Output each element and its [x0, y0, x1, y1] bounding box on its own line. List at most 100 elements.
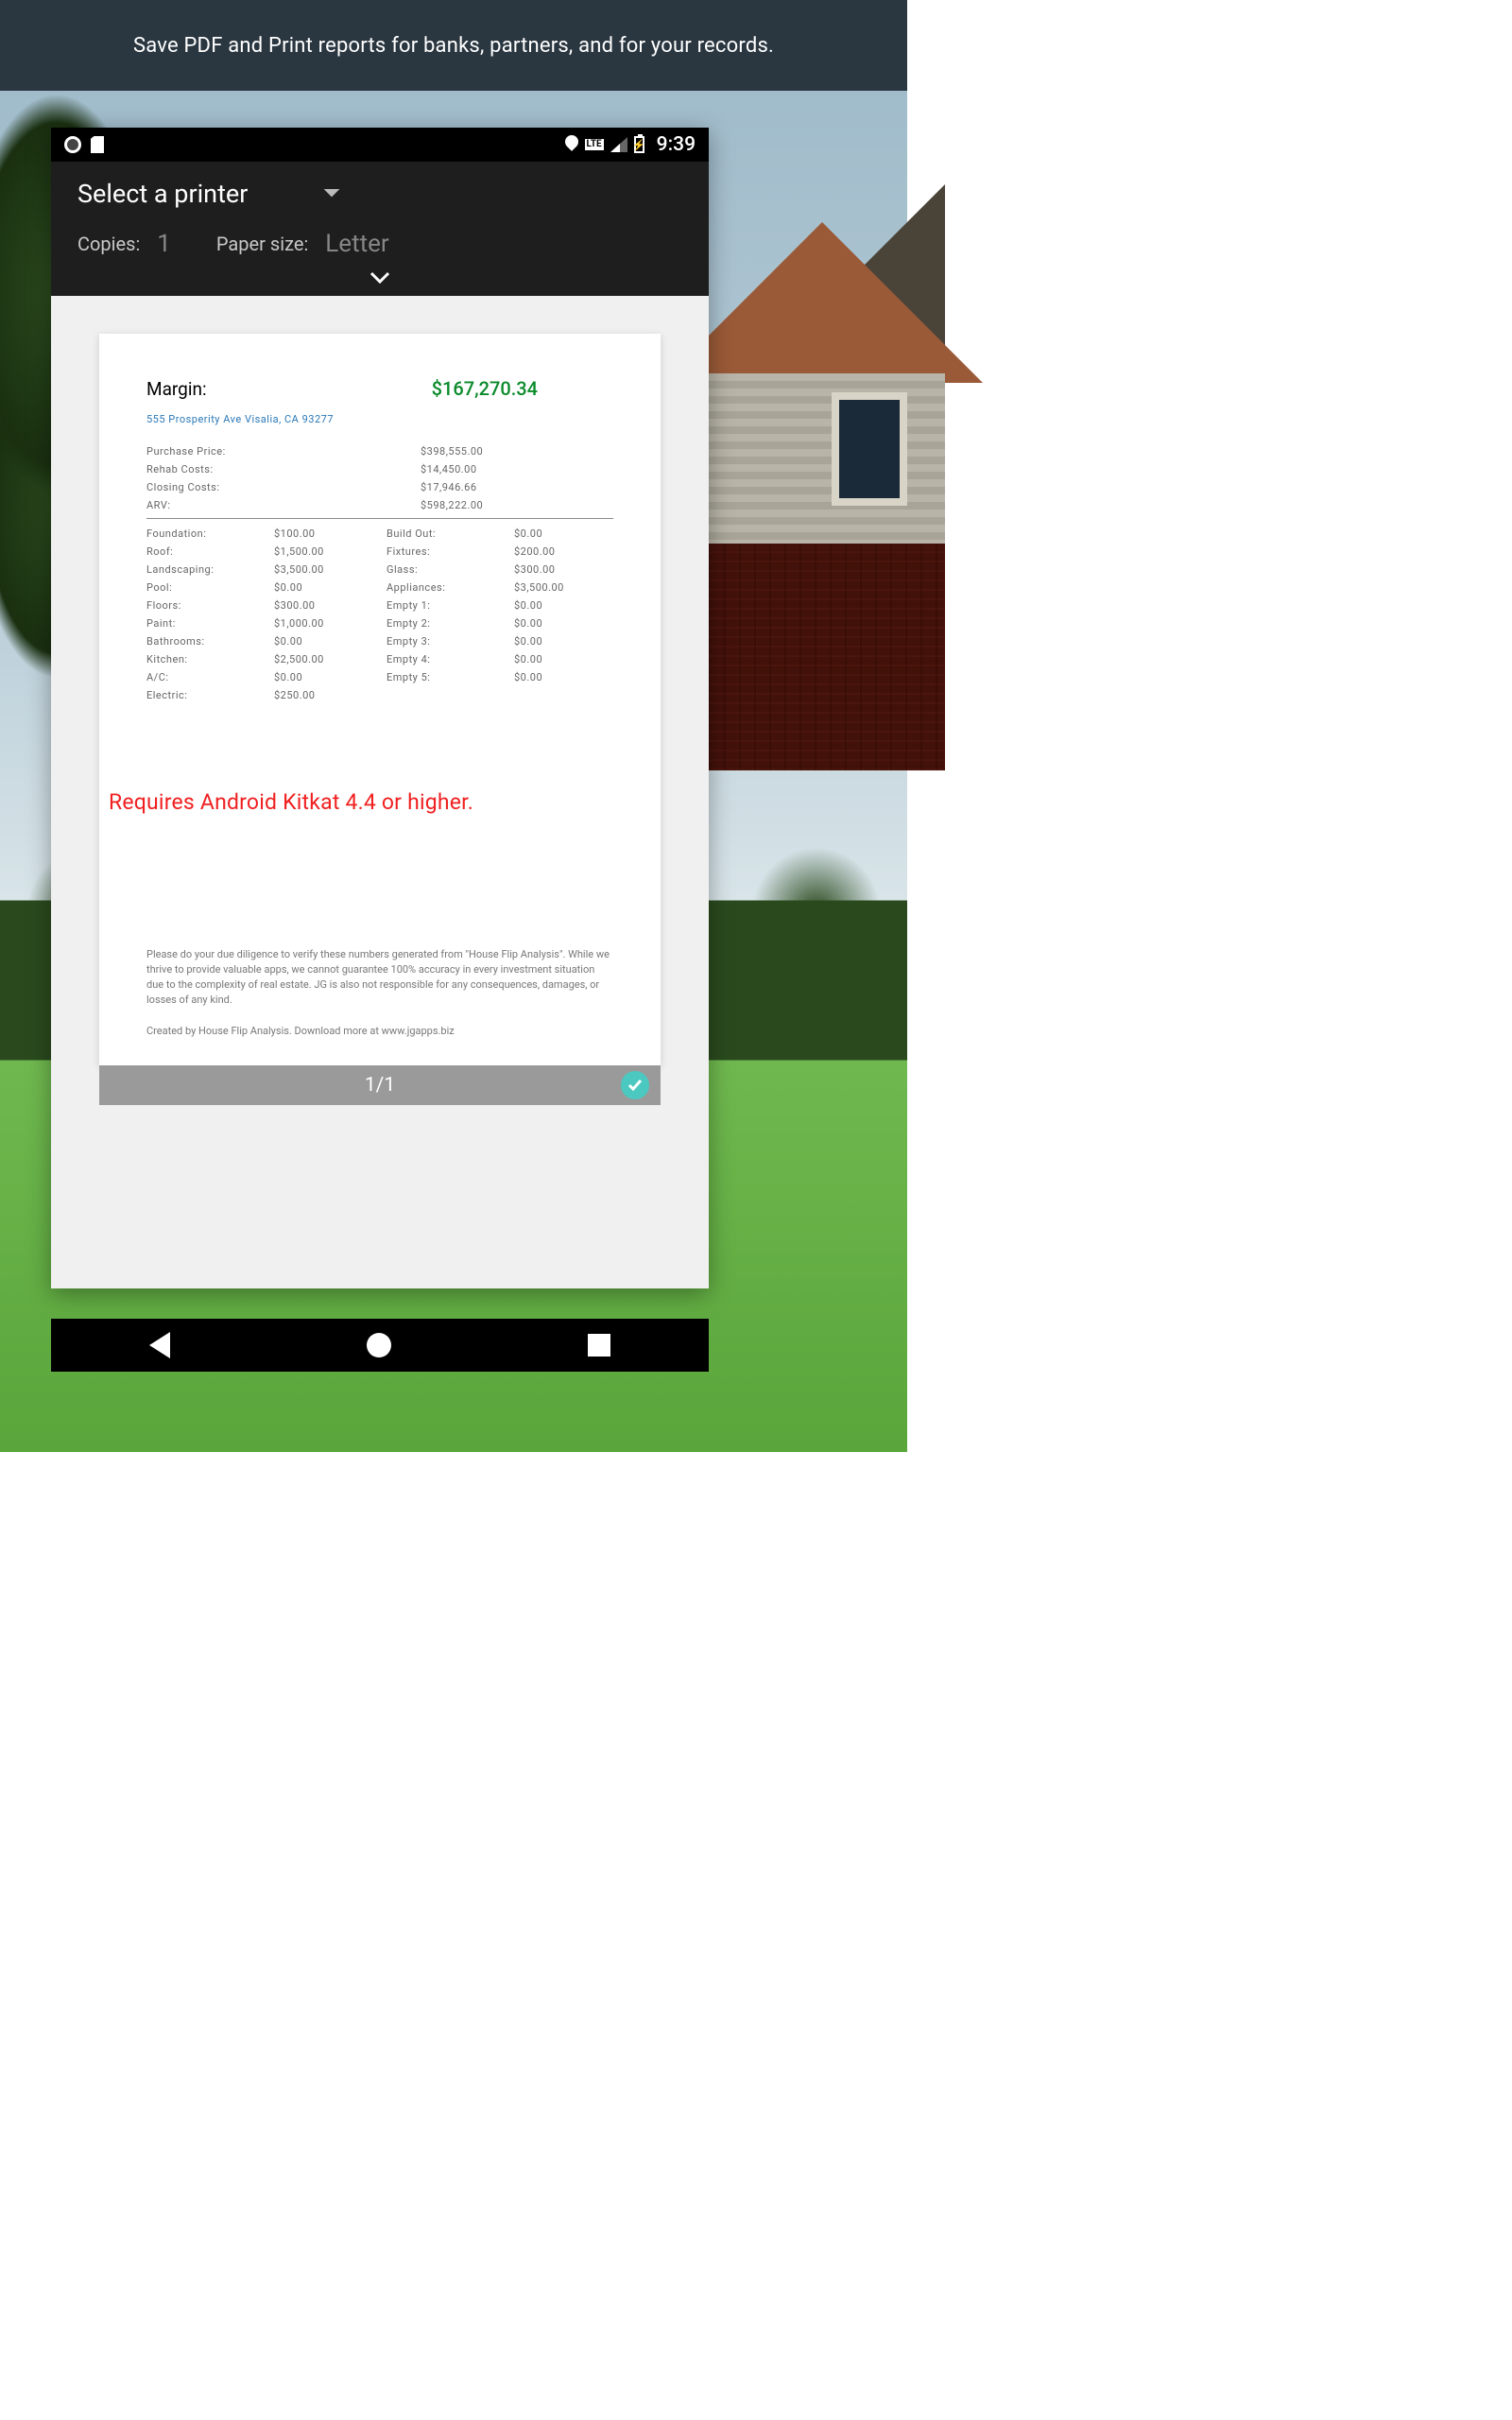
credit-text: Created by House Flip Analysis. Download…: [146, 1025, 613, 1037]
report-page: Margin: $167,270.34 555 Prosperity Ave V…: [99, 334, 661, 1065]
cost-key: Paint:: [146, 617, 274, 630]
cost-val: $0.00: [514, 527, 542, 540]
sdcard-icon: [91, 136, 104, 153]
copies-value[interactable]: 1: [157, 230, 171, 258]
cost-val: $250.00: [274, 689, 316, 701]
record-icon: [64, 136, 81, 153]
cost-row: Foundation:$100.00: [146, 525, 373, 543]
cost-row: Empty 4:$0.00: [387, 650, 613, 668]
cost-row: Empty 1:$0.00: [387, 596, 613, 614]
signal-icon: [610, 137, 627, 152]
cost-row: A/C:$0.00: [146, 668, 373, 686]
cost-val: $0.00: [514, 653, 542, 666]
battery-icon: ⚡: [634, 136, 644, 153]
cost-key: Foundation:: [146, 527, 274, 540]
chevron-down-icon: [369, 271, 390, 285]
cost-val: $1,500.00: [274, 545, 324, 558]
select-printer-label: Select a printer: [77, 179, 248, 209]
paper-size-label: Paper size:: [216, 233, 308, 255]
summary-row: Closing Costs:$17,946.66: [146, 478, 613, 496]
android-nav-bar: [51, 1319, 709, 1372]
disclaimer-text: Please do your due diligence to verify t…: [146, 947, 613, 1008]
cost-key: Appliances:: [387, 581, 514, 594]
cost-val: $100.00: [274, 527, 316, 540]
cost-key: Empty 3:: [387, 635, 514, 648]
cost-row: Fixtures:$200.00: [387, 543, 613, 561]
cost-row: Bathrooms:$0.00: [146, 632, 373, 650]
cost-val: $0.00: [274, 671, 302, 683]
summary-row: Rehab Costs:$14,450.00: [146, 460, 613, 478]
summary-row: ARV:$598,222.00: [146, 496, 613, 514]
print-preview-area[interactable]: Margin: $167,270.34 555 Prosperity Ave V…: [51, 296, 709, 1288]
nav-recent-button[interactable]: [588, 1334, 610, 1357]
summary-val: $14,450.00: [421, 463, 477, 475]
cost-row: Glass:$300.00: [387, 561, 613, 579]
paper-size-value[interactable]: Letter: [325, 230, 388, 258]
promo-text: Save PDF and Print reports for banks, pa…: [133, 34, 774, 58]
summary-key: Rehab Costs:: [146, 463, 421, 475]
cost-key: Glass:: [387, 563, 514, 576]
cost-key: Build Out:: [387, 527, 514, 540]
cost-key: Bathrooms:: [146, 635, 274, 648]
cost-key: Roof:: [146, 545, 274, 558]
summary-val: $398,555.00: [421, 445, 483, 458]
margin-label: Margin:: [146, 378, 207, 400]
cost-row: Roof:$1,500.00: [146, 543, 373, 561]
expand-options-button[interactable]: [77, 271, 682, 285]
cost-row: Pool:$0.00: [146, 579, 373, 596]
chevron-down-icon: [323, 189, 340, 199]
page-footer-bar: 1/1: [99, 1065, 661, 1105]
cost-key: Fixtures:: [387, 545, 514, 558]
cost-key: Pool:: [146, 581, 274, 594]
summary-row: Purchase Price:$398,555.00: [146, 442, 613, 460]
property-address: 555 Prosperity Ave Visalia, CA 93277: [146, 413, 613, 425]
cost-key: Empty 2:: [387, 617, 514, 630]
cost-row: Empty 5:$0.00: [387, 668, 613, 686]
check-icon: [627, 1077, 644, 1094]
confirm-print-button[interactable]: [621, 1071, 649, 1099]
cost-val: $300.00: [274, 599, 316, 612]
cost-val: $2,500.00: [274, 653, 324, 666]
status-bar: LTE ⚡ 9:39: [51, 128, 709, 162]
cost-val: $200.00: [514, 545, 556, 558]
cost-val: $3,500.00: [514, 581, 564, 594]
cost-row: Paint:$1,000.00: [146, 614, 373, 632]
margin-value: $167,270.34: [432, 377, 538, 400]
cost-val: $1,000.00: [274, 617, 324, 630]
summary-key: Purchase Price:: [146, 445, 421, 458]
network-badge: LTE: [585, 139, 604, 150]
cost-row: Kitchen:$2,500.00: [146, 650, 373, 668]
nav-back-button[interactable]: [149, 1332, 170, 1358]
cost-row: Empty 2:$0.00: [387, 614, 613, 632]
cost-val: $3,500.00: [274, 563, 324, 576]
promo-banner: Save PDF and Print reports for banks, pa…: [0, 0, 907, 91]
cost-row: Appliances:$3,500.00: [387, 579, 613, 596]
cost-key: Landscaping:: [146, 563, 274, 576]
cost-row: Floors:$300.00: [146, 596, 373, 614]
cost-val: $0.00: [514, 635, 542, 648]
cost-key: Empty 1:: [387, 599, 514, 612]
clock: 9:39: [657, 133, 696, 156]
cost-row: Landscaping:$3,500.00: [146, 561, 373, 579]
page-counter: 1/1: [365, 1074, 395, 1097]
cost-row: Electric:$250.00: [146, 686, 373, 704]
device-frame: LTE ⚡ 9:39 Select a printer Copies: 1 Pa…: [51, 128, 709, 1288]
cost-row: Empty 3:$0.00: [387, 632, 613, 650]
cost-key: Empty 4:: [387, 653, 514, 666]
summary-val: $598,222.00: [421, 499, 483, 511]
cost-key: Empty 5:: [387, 671, 514, 683]
cost-key: Floors:: [146, 599, 274, 612]
nav-home-button[interactable]: [367, 1333, 391, 1357]
cost-val: $300.00: [514, 563, 556, 576]
location-icon: [565, 135, 578, 154]
cost-val: $0.00: [514, 599, 542, 612]
requirement-notice: Requires Android Kitkat 4.4 or higher.: [109, 789, 613, 815]
cost-key: Electric:: [146, 689, 274, 701]
summary-key: ARV:: [146, 499, 421, 511]
summary-val: $17,946.66: [421, 481, 477, 493]
select-printer-dropdown[interactable]: Select a printer: [77, 179, 682, 209]
cost-key: Kitchen:: [146, 653, 274, 666]
cost-val: $0.00: [514, 617, 542, 630]
cost-val: $0.00: [274, 581, 302, 594]
cost-val: $0.00: [274, 635, 302, 648]
